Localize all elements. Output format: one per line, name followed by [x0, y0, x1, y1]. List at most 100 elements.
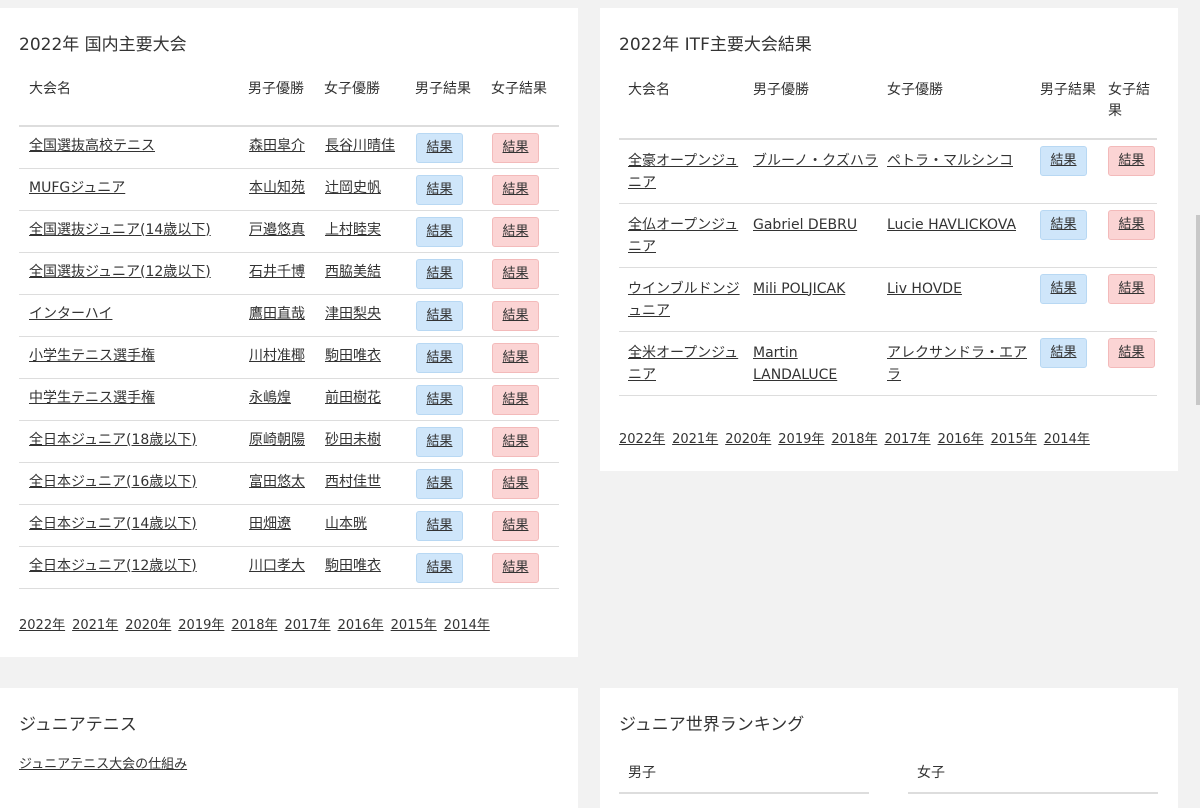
year-link[interactable]: 2019年 — [778, 432, 824, 447]
women-winner-link[interactable]: Lucie HAVLICKOVA — [887, 217, 1016, 233]
men-winner-link[interactable]: ブルーノ・クズハラ — [753, 153, 878, 169]
women-result-button[interactable]: 結果 — [1108, 273, 1155, 304]
men-winner-link[interactable]: 森田皐介 — [249, 138, 305, 154]
women-winner-link[interactable]: 長谷川晴佳 — [325, 138, 395, 154]
men-winner-link[interactable]: 原崎朝陽 — [249, 432, 305, 448]
domestic-title: 2022年 国内主要大会 — [19, 35, 187, 55]
men-winner-link[interactable]: 本山知苑 — [249, 180, 305, 196]
women-result-button[interactable]: 結果 — [492, 174, 539, 205]
men-winner-link[interactable]: 富田悠太 — [249, 474, 305, 490]
year-link[interactable]: 2018年 — [231, 618, 277, 633]
tournament-link[interactable]: インターハイ — [29, 306, 112, 322]
year-link[interactable]: 2014年 — [1044, 432, 1090, 447]
women-result-button[interactable]: 結果 — [1108, 337, 1155, 368]
men-result-button[interactable]: 結果 — [416, 174, 463, 205]
women-result-button[interactable]: 結果 — [492, 300, 539, 331]
tournament-link[interactable]: 全国選抜ジュニア(14歳以下) — [29, 222, 211, 238]
women-winner-link[interactable]: 津田梨央 — [325, 306, 381, 322]
year-link[interactable]: 2015年 — [991, 432, 1037, 447]
tournament-link[interactable]: 全日本ジュニア(12歳以下) — [29, 558, 197, 574]
men-winner-link[interactable]: 鷹田直哉 — [249, 306, 305, 322]
men-result-button[interactable]: 結果 — [416, 342, 463, 373]
tournament-link[interactable]: 全日本ジュニア(18歳以下) — [29, 432, 197, 448]
women-result-button[interactable]: 結果 — [492, 468, 539, 499]
men-result-button[interactable]: 結果 — [1040, 146, 1087, 176]
year-link[interactable]: 2021年 — [72, 618, 118, 633]
women-result-button[interactable]: 結果 — [1108, 209, 1155, 240]
women-result-button[interactable]: 結果 — [492, 552, 539, 583]
year-link[interactable]: 2020年 — [725, 432, 771, 447]
tournament-link[interactable]: 全米オープンジュニア — [628, 345, 738, 383]
women-result-button[interactable]: 結果 — [492, 510, 539, 541]
year-link[interactable]: 2019年 — [178, 618, 224, 633]
tournament-link[interactable]: 全日本ジュニア(14歳以下) — [29, 516, 197, 532]
table-row: MUFGジュニア 本山知苑 辻岡史帆 結果 結果 — [19, 168, 559, 211]
men-winner-link[interactable]: 戸邉悠真 — [249, 222, 305, 238]
women-winner-link[interactable]: 西村佳世 — [325, 474, 381, 490]
men-result-button[interactable]: 結果 — [1040, 273, 1087, 304]
women-result-button[interactable]: 結果 — [492, 258, 539, 289]
year-link[interactable]: 2014年 — [444, 618, 490, 633]
year-link[interactable]: 2017年 — [284, 618, 330, 633]
women-winner-link[interactable]: 駒田唯衣 — [325, 558, 381, 574]
women-winner-link[interactable]: 駒田唯衣 — [325, 348, 381, 364]
men-result-button[interactable]: 結果 — [416, 552, 463, 583]
men-result-button[interactable]: 結果 — [1040, 209, 1087, 240]
men-result-button[interactable]: 結果 — [416, 510, 463, 541]
women-winner-link[interactable]: 砂田未樹 — [325, 432, 381, 448]
women-result-button[interactable]: 結果 — [492, 216, 539, 247]
tournament-link[interactable]: 全豪オープンジュニア — [628, 153, 738, 191]
men-winner-link[interactable]: 永嶋煌 — [249, 390, 291, 406]
men-winner-link[interactable]: 田畑遼 — [249, 516, 291, 532]
year-link[interactable]: 2020年 — [125, 618, 171, 633]
tournament-link[interactable]: 全国選抜高校テニス — [29, 138, 155, 154]
tournament-link[interactable]: MUFGジュニア — [29, 180, 125, 196]
scrollbar[interactable] — [1196, 215, 1200, 405]
year-link[interactable]: 2022年 — [19, 618, 65, 633]
men-result-button[interactable]: 結果 — [416, 426, 463, 457]
men-result-button[interactable]: 結果 — [416, 384, 463, 415]
year-link[interactable]: 2016年 — [338, 618, 384, 633]
women-result-button[interactable]: 結果 — [492, 384, 539, 415]
men-winner-link[interactable]: Gabriel DEBRU — [753, 217, 857, 233]
women-result-button[interactable]: 結果 — [492, 342, 539, 373]
women-winner-link[interactable]: 辻岡史帆 — [325, 180, 381, 196]
year-link[interactable]: 2016年 — [938, 432, 984, 447]
women-result-button[interactable]: 結果 — [492, 133, 539, 163]
women-winner-link[interactable]: Liv HOVDE — [887, 281, 962, 297]
men-winner-link[interactable]: 川村准椰 — [249, 348, 305, 364]
tournament-link[interactable]: 中学生テニス選手権 — [29, 390, 155, 406]
women-result-button[interactable]: 結果 — [492, 426, 539, 457]
men-result-button[interactable]: 結果 — [416, 216, 463, 247]
tournament-link[interactable]: 全仏オープンジュニア — [628, 217, 738, 255]
men-result-button[interactable]: 結果 — [416, 468, 463, 499]
year-link[interactable]: 2022年 — [619, 432, 665, 447]
men-winner-link[interactable]: Mili POLJICAK — [753, 281, 845, 297]
women-winner-link[interactable]: 前田樹花 — [325, 390, 381, 406]
men-result-button[interactable]: 結果 — [1040, 337, 1087, 368]
men-winner-link[interactable]: Martin LANDALUCE — [753, 345, 837, 383]
junior-system-link[interactable]: ジュニアテニス大会の仕組み — [19, 753, 187, 772]
women-winner-link[interactable]: 山本晄 — [325, 516, 367, 532]
itf-table: 大会名 男子優勝 女子優勝 男子結果 女子結果 全豪オープンジュニア ブルーノ・ク… — [619, 78, 1157, 396]
men-winner-link[interactable]: 川口孝大 — [249, 558, 305, 574]
men-result-button[interactable]: 結果 — [416, 258, 463, 289]
year-link[interactable]: 2017年 — [884, 432, 930, 447]
women-winner-link[interactable]: 西脇美結 — [325, 264, 381, 280]
women-winner-link[interactable]: 上村睦実 — [325, 222, 381, 238]
men-result-button[interactable]: 結果 — [416, 300, 463, 331]
year-link[interactable]: 2021年 — [672, 432, 718, 447]
tournament-link[interactable]: 全日本ジュニア(16歳以下) — [29, 474, 197, 490]
tournament-link[interactable]: ウインブルドンジュニア — [628, 281, 740, 319]
men-winner-link[interactable]: 石井千博 — [249, 264, 305, 280]
women-winner-link[interactable]: アレクサンドラ・エアラ — [887, 345, 1027, 383]
tournament-link[interactable]: 小学生テニス選手権 — [29, 348, 155, 364]
women-winner-link[interactable]: ペトラ・マルシンコ — [887, 153, 1013, 169]
year-link[interactable]: 2015年 — [391, 618, 437, 633]
women-result-button[interactable]: 結果 — [1108, 146, 1155, 176]
table-row: 中学生テニス選手権 永嶋煌 前田樹花 結果 結果 — [19, 378, 559, 421]
year-link[interactable]: 2018年 — [831, 432, 877, 447]
tournament-link[interactable]: 全国選抜ジュニア(12歳以下) — [29, 264, 211, 280]
men-result-button[interactable]: 結果 — [416, 133, 463, 163]
header-men-result: 男子結果 — [1039, 78, 1107, 140]
